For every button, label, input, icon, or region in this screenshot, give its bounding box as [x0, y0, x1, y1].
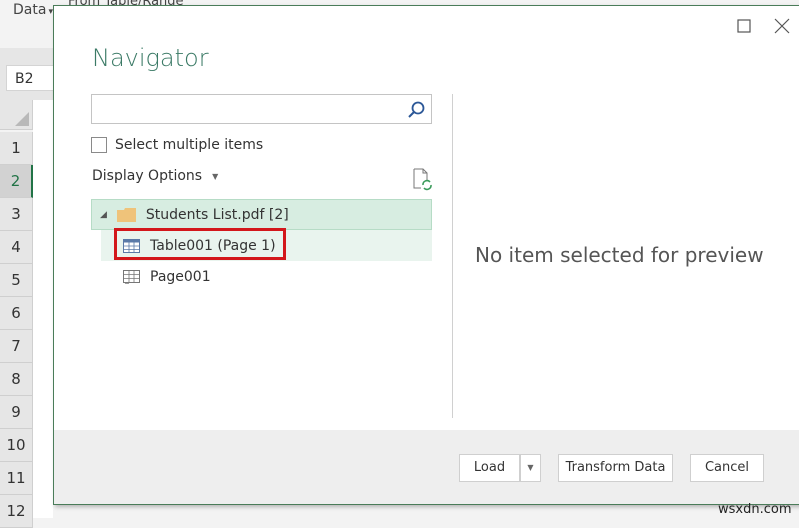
navigator-dialog: Navigator Select multiple items Display … [53, 5, 799, 505]
row-header-3[interactable]: 3 [0, 198, 33, 231]
row-header-12[interactable]: 12 [0, 495, 33, 528]
refresh-icon[interactable] [411, 167, 433, 191]
row-header-9[interactable]: 9 [0, 396, 33, 429]
highlight-annotation-box [114, 228, 286, 260]
display-options-dropdown[interactable]: Display Options ▼ [92, 168, 218, 184]
load-dropdown-button[interactable]: ▼ [520, 454, 541, 482]
row-header-8[interactable]: 8 [0, 363, 33, 396]
close-button[interactable] [772, 16, 792, 36]
cancel-button[interactable]: Cancel [690, 454, 764, 482]
tree-item-label: Page001 [150, 268, 211, 285]
select-all-corner[interactable] [0, 100, 33, 130]
expand-triangle-icon[interactable]: ◢ [100, 210, 107, 220]
transform-data-button[interactable]: Transform Data [558, 454, 673, 482]
row-header-7[interactable]: 7 [0, 330, 33, 363]
load-button[interactable]: Load [459, 454, 520, 482]
search-input[interactable] [91, 94, 432, 124]
maximize-icon [737, 19, 751, 33]
ribbon-data-label: Data [13, 2, 47, 18]
folder-icon [116, 207, 136, 222]
worksheet-cells[interactable] [33, 100, 53, 518]
maximize-button[interactable] [734, 16, 754, 36]
dialog-title: Navigator [92, 44, 209, 72]
page-icon [123, 269, 140, 284]
name-box[interactable]: B2 [6, 65, 54, 91]
search-icon[interactable] [406, 100, 426, 120]
dialog-footer [54, 430, 799, 504]
ribbon-data-tab[interactable]: Data ▾ [13, 2, 53, 18]
close-icon [774, 18, 790, 34]
select-multiple-checkbox[interactable] [91, 137, 107, 153]
select-multiple-label: Select multiple items [115, 137, 264, 153]
display-options-label: Display Options [92, 168, 203, 184]
row-header-11[interactable]: 11 [0, 462, 33, 495]
select-multiple-row[interactable]: Select multiple items [91, 135, 263, 155]
row-header-5[interactable]: 5 [0, 264, 33, 297]
tree-root-label: Students List.pdf [2] [145, 206, 289, 223]
pane-divider[interactable] [452, 94, 453, 418]
row-header-10[interactable]: 10 [0, 429, 33, 462]
row-header-1[interactable]: 1 [0, 132, 33, 165]
watermark: wsxdn.com [718, 502, 792, 517]
tree-root-students-list[interactable]: ◢ Students List.pdf [2] [91, 199, 432, 230]
preview-message: No item selected for preview [475, 243, 764, 267]
chevron-down-icon: ▼ [212, 171, 219, 181]
tree-item-page001[interactable]: Page001 [101, 261, 432, 292]
row-header-6[interactable]: 6 [0, 297, 33, 330]
chevron-down-icon: ▼ [527, 463, 534, 472]
row-header-2[interactable]: 2 [0, 165, 33, 198]
row-header-4[interactable]: 4 [0, 231, 33, 264]
corner-triangle-icon [15, 112, 29, 126]
